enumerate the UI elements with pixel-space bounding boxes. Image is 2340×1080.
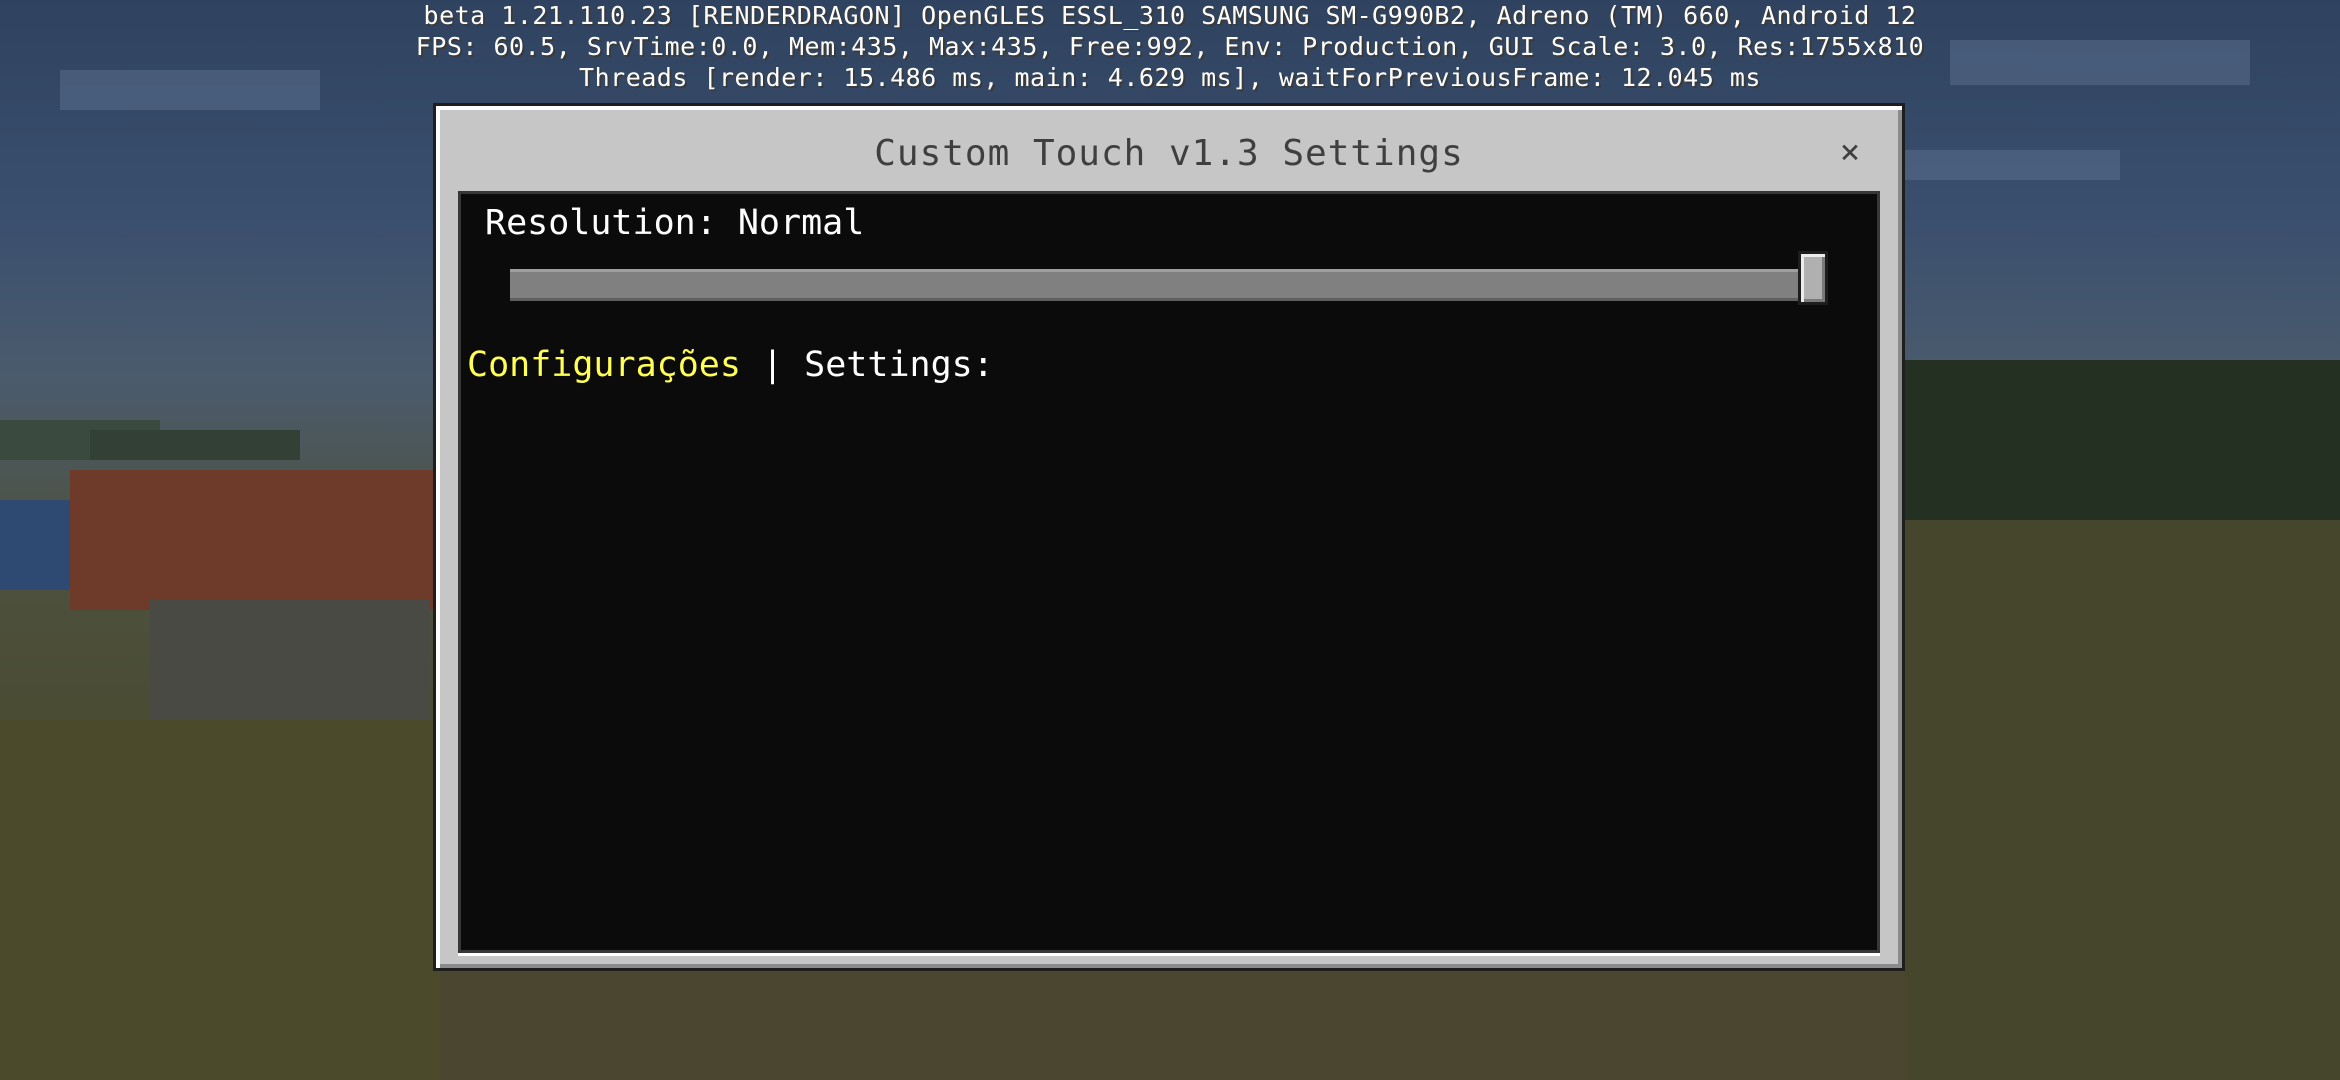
settings-heading-en: Settings: <box>804 345 994 385</box>
slider-thumb[interactable] <box>1798 251 1828 305</box>
house-wall <box>150 600 430 720</box>
right-terrain <box>1905 520 2340 1080</box>
debug-version-line: beta 1.21.110.23 [RENDERDRAGON] OpenGLES… <box>423 1 1917 30</box>
dialog-title: Custom Touch v1.3 Settings <box>874 133 1464 174</box>
debug-stats-line: FPS: 60.5, SrvTime:0.0, Mem:435, Max:435… <box>415 32 1925 61</box>
distant-tree <box>90 430 300 460</box>
settings-panel: Resolution: Normal Configurações | Setti… <box>458 191 1880 953</box>
cloud <box>1900 150 2120 180</box>
resolution-slider[interactable] <box>510 269 1810 301</box>
settings-dialog: Custom Touch v1.3 Settings × Resolution:… <box>433 103 1905 971</box>
settings-heading-pt: Configurações <box>467 345 741 385</box>
resolution-label: Resolution: Normal <box>485 203 865 243</box>
close-icon[interactable]: × <box>1828 130 1872 174</box>
bottom-terrain <box>440 970 1905 1080</box>
debug-threads-line: Threads [render: 15.486 ms, main: 4.629 … <box>579 63 1761 92</box>
slider-fill <box>510 272 1810 298</box>
right-trees <box>1905 360 2340 520</box>
settings-heading: Configurações | Settings: <box>467 342 994 388</box>
house-roof <box>70 470 440 610</box>
game-background: beta 1.21.110.23 [RENDERDRAGON] OpenGLES… <box>0 0 2340 1080</box>
grass-patch <box>0 720 440 1080</box>
settings-heading-separator: | <box>740 345 805 385</box>
